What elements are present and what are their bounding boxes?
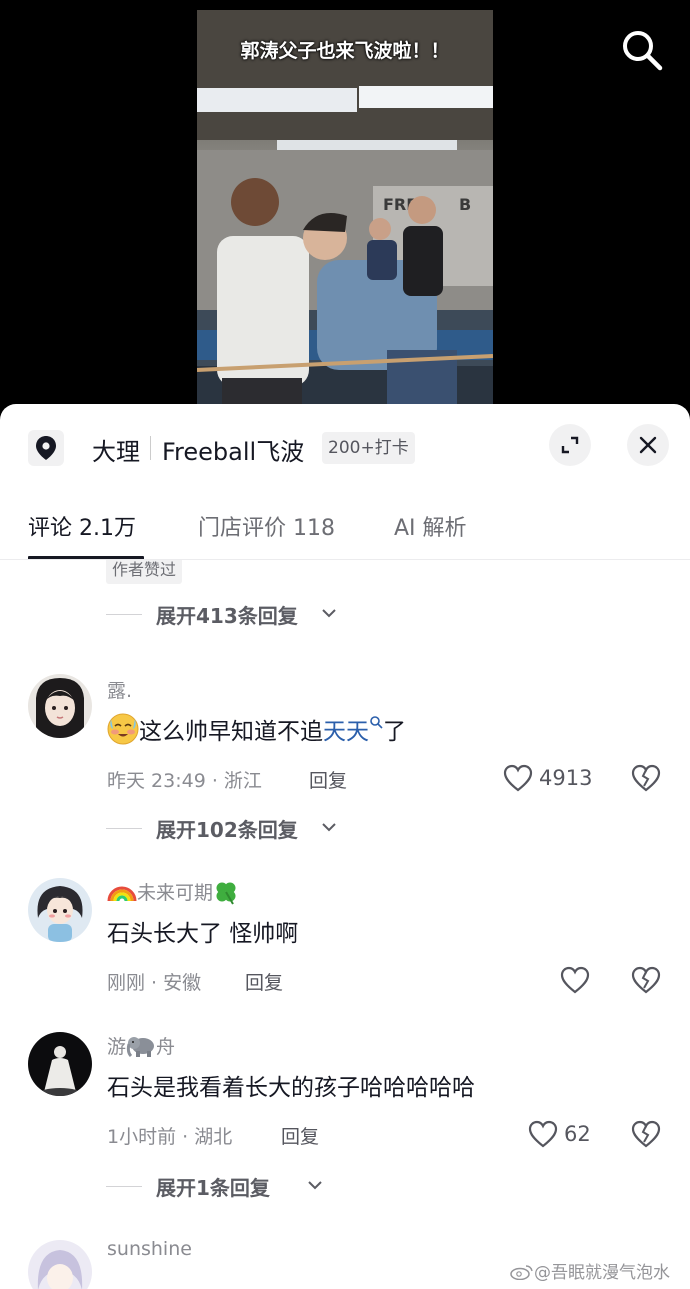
dislike-button[interactable] xyxy=(631,1120,661,1150)
tab-comments[interactable]: 评论 2.1万 xyxy=(28,510,136,542)
close-button[interactable] xyxy=(627,424,669,466)
comment-username-text: 未来可期 xyxy=(137,882,214,904)
tab-store-reviews[interactable]: 门店评价 118 xyxy=(198,510,335,542)
broken-heart-icon xyxy=(631,966,661,994)
chevron-down-icon xyxy=(308,1181,322,1190)
sheet-tabs: 评论 2.1万 门店评价 118 AI 解析 xyxy=(0,496,690,560)
comment-text: 这么帅早知道不追天天了 xyxy=(107,712,406,746)
comment-time-location: 昨天 23:49 · 浙江 xyxy=(107,770,262,792)
broken-heart-icon xyxy=(631,764,661,792)
search-keyword-icon[interactable] xyxy=(369,715,383,729)
heart-icon xyxy=(503,764,533,792)
broken-heart-icon xyxy=(631,1120,661,1148)
expand-button[interactable] xyxy=(549,424,591,466)
location-bar[interactable]: 大理 Freeball飞波 200+打卡 xyxy=(0,418,690,474)
comment-username-start: 游 xyxy=(107,1036,127,1058)
comment-item: 未来可期 石头长大了 怪帅啊 刚刚 · 安徽 回复 xyxy=(0,876,690,1006)
divider-dash xyxy=(106,828,142,829)
comment-time-location: 1小时前 · 湖北 xyxy=(107,1126,233,1148)
comment-username[interactable]: sunshine xyxy=(107,1238,192,1260)
blushing-smile-emoji xyxy=(107,713,139,745)
comment-time-location: 刚刚 · 安徽 xyxy=(107,972,202,994)
location-city[interactable]: 大理 xyxy=(92,432,140,467)
divider-dash xyxy=(106,614,142,615)
weibo-logo-icon xyxy=(510,1265,533,1280)
comment-text-before: 这么帅早知道不追 xyxy=(139,719,323,745)
chevron-down-icon xyxy=(322,609,336,618)
comment-username[interactable]: 未来可期 xyxy=(107,878,239,905)
weibo-watermark: @吾眠就漫气泡水 xyxy=(510,1258,670,1283)
video-caption: 郭涛父子也来飞波啦！！ xyxy=(240,40,450,62)
dislike-button[interactable] xyxy=(631,764,661,794)
dislike-button[interactable] xyxy=(631,966,661,996)
comment-item: 游 舟 石头是我看着长大的孩子哈哈哈哈哈 1小时前 · 湖北 回复 62 展开1… xyxy=(0,1030,690,1210)
like-count: 4913 xyxy=(539,766,593,790)
comment-text-after: 了 xyxy=(383,719,406,745)
comment-username[interactable]: 露. xyxy=(107,676,132,703)
watermark-text: @吾眠就漫气泡水 xyxy=(534,1263,670,1283)
heart-icon xyxy=(560,966,590,994)
comment-item: 露. 这么帅早知道不追天天了 昨天 23:49 · 浙江 回复 4913 展开1… xyxy=(0,672,690,852)
checkin-count-badge: 200+打卡 xyxy=(322,432,415,464)
location-divider xyxy=(150,436,151,460)
search-keyword-link[interactable]: 天天 xyxy=(323,719,369,745)
search-icon xyxy=(623,31,663,71)
video-frame[interactable]: FREE B 郭涛父子也来飞波啦！！ xyxy=(197,10,493,408)
expand-replies-label: 展开1条回复 xyxy=(156,1176,270,1200)
video-player[interactable]: FREE B 郭涛父子也来飞波啦！！ xyxy=(0,0,690,420)
reply-button[interactable]: 回复 xyxy=(245,968,283,995)
like-button[interactable] xyxy=(560,966,592,996)
location-pin-icon xyxy=(28,430,64,466)
like-button[interactable]: 62 xyxy=(528,1120,598,1150)
svg-text:B: B xyxy=(459,195,471,214)
avatar[interactable] xyxy=(28,1240,92,1289)
close-icon xyxy=(639,436,657,454)
like-count: 62 xyxy=(564,1122,591,1146)
expand-icon xyxy=(561,436,579,454)
author-liked-badge: 作者赞过 xyxy=(106,560,183,584)
like-button[interactable]: 4913 xyxy=(503,764,603,794)
chevron-down-icon xyxy=(322,823,336,832)
tab-ai-analysis[interactable]: AI 解析 xyxy=(394,510,467,542)
search-button[interactable] xyxy=(618,26,666,74)
comments-sheet: 大理 Freeball飞波 200+打卡 评论 2.1万 门店评价 118 AI… xyxy=(0,404,690,1289)
comment-text: 石头长大了 怪帅啊 xyxy=(107,921,299,947)
four-leaf-clover-emoji xyxy=(216,882,236,905)
comment-text: 石头是我看着长大的孩子哈哈哈哈哈 xyxy=(107,1075,475,1101)
divider-dash xyxy=(106,1186,142,1187)
comment-list[interactable]: 作者赞过 展开413条回复 露. 这么帅早知道不追天天 了 昨天 23:49 ·… xyxy=(0,560,690,1289)
comment-username-end: 舟 xyxy=(156,1036,176,1058)
avatar[interactable] xyxy=(28,1032,92,1096)
comment-username[interactable]: 游 舟 xyxy=(107,1032,175,1059)
reply-button[interactable]: 回复 xyxy=(309,766,347,793)
avatar[interactable] xyxy=(28,878,92,942)
expand-replies-label: 展开102条回复 xyxy=(156,818,298,842)
expand-replies-label: 展开413条回复 xyxy=(156,604,298,628)
video-still-image: FREE B xyxy=(197,10,493,408)
avatar[interactable] xyxy=(28,674,92,738)
heart-icon xyxy=(528,1120,558,1148)
reply-button[interactable]: 回复 xyxy=(281,1122,319,1149)
elephant-emoji xyxy=(126,1037,155,1058)
location-place-name[interactable]: Freeball飞波 xyxy=(162,432,304,467)
rainbow-emoji xyxy=(107,886,137,902)
